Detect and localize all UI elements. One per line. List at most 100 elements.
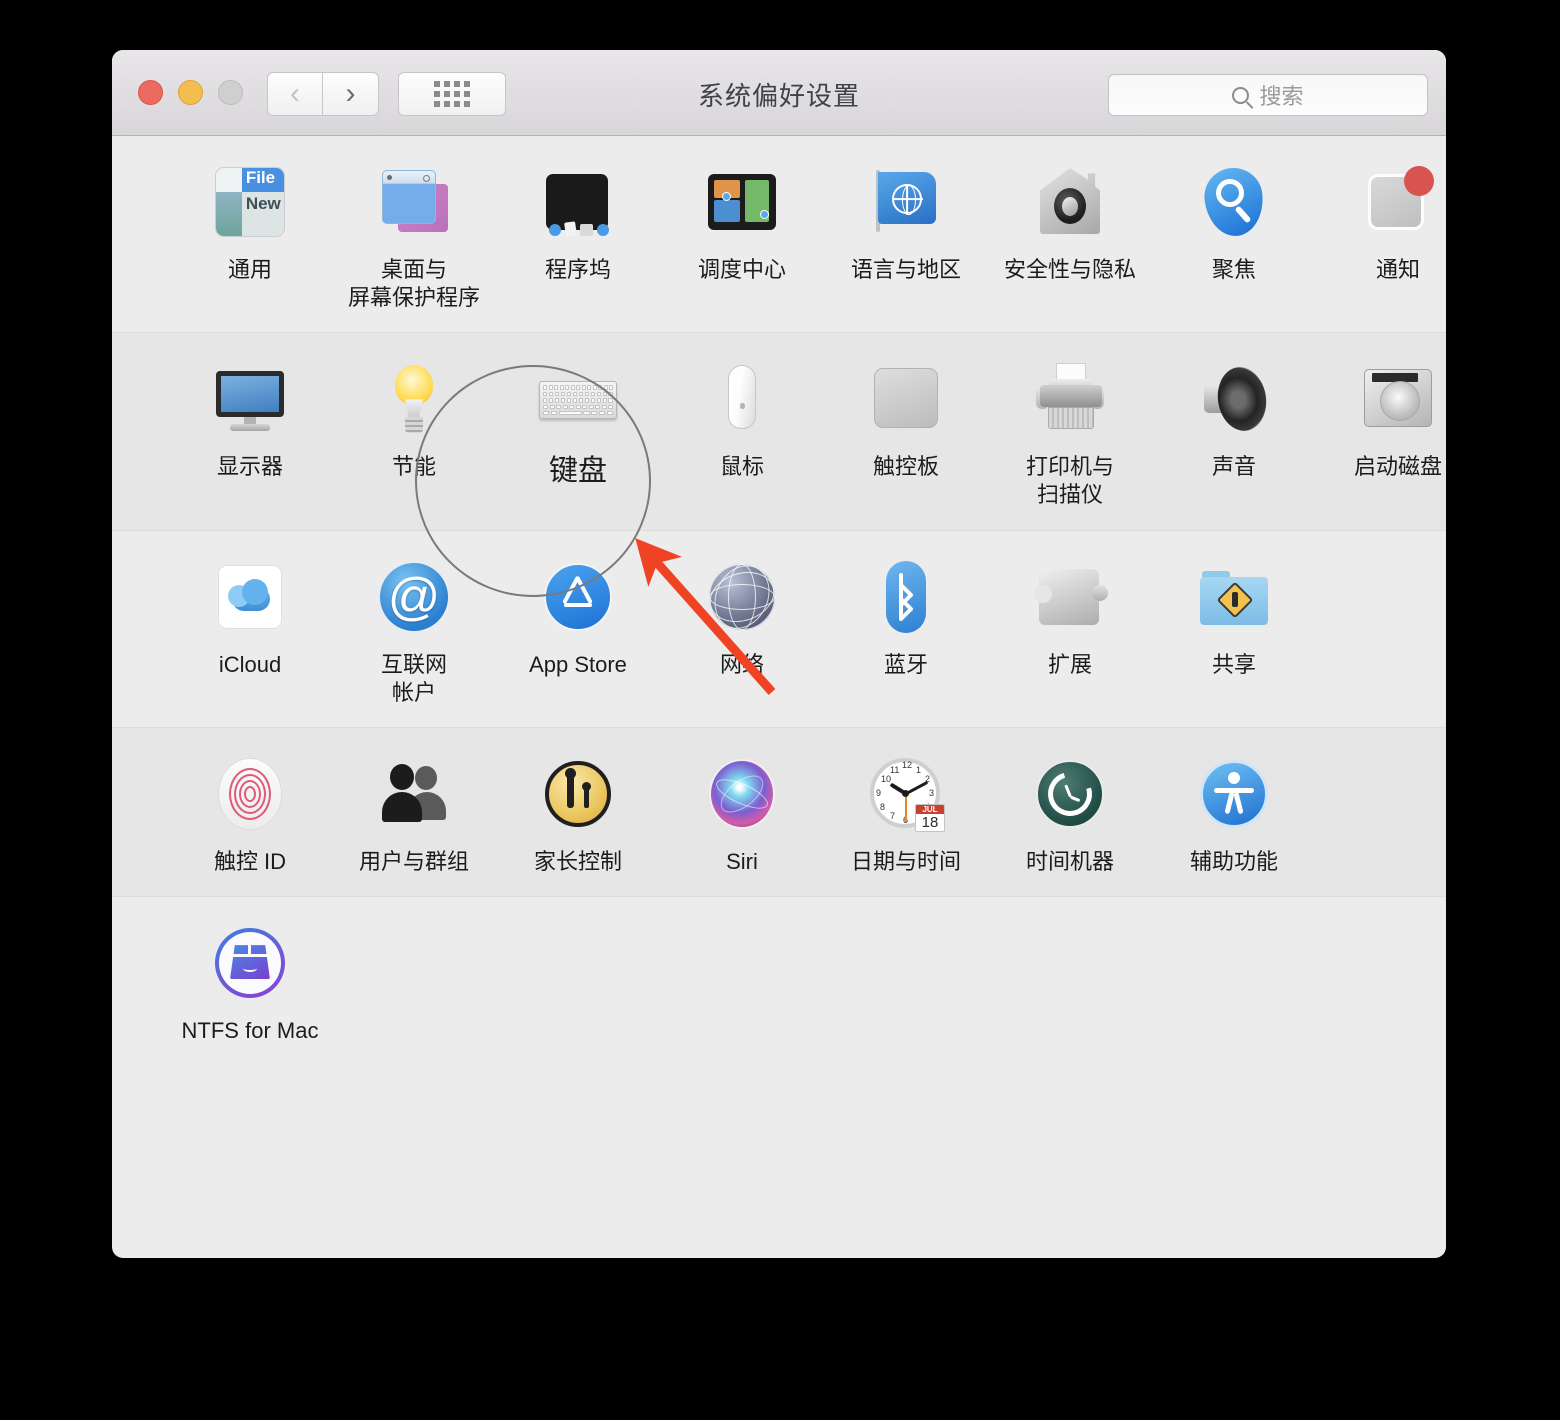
calendar-month: JUL: [916, 804, 944, 814]
pref-label: 调度中心: [697, 257, 786, 282]
internet-accounts-icon: @: [374, 557, 454, 637]
preferences-row-other: NTFS for Mac: [112, 897, 1446, 1106]
pref-label: 辅助功能: [1189, 848, 1278, 874]
dock-icon: [538, 162, 618, 242]
pref-label: 网络: [719, 651, 764, 677]
pref-keyboard[interactable]: 键盘: [496, 359, 660, 509]
general-icon-file-text: File: [241, 168, 284, 193]
pref-ntfs-for-mac[interactable]: NTFS for Mac: [168, 923, 332, 1045]
pref-accessibility[interactable]: 辅助功能: [1152, 754, 1316, 876]
pref-language-region[interactable]: 语言与地区: [824, 162, 988, 312]
pref-app-store[interactable]: App Store: [496, 557, 660, 707]
pref-touch-id[interactable]: 触控 ID: [168, 754, 332, 876]
pref-users-groups[interactable]: 用户与群组: [332, 754, 496, 876]
accessibility-icon: [1194, 754, 1274, 834]
desktop-screensaver-icon: [374, 162, 454, 242]
network-icon: [702, 557, 782, 637]
window-titlebar: ‹ › 系统偏好设置 搜索: [112, 50, 1446, 136]
display-icon: [210, 359, 290, 439]
pref-date-time[interactable]: 12 11 10 9 8 7 6 5 4 3 2 1: [824, 754, 988, 876]
touch-id-icon: [210, 754, 290, 834]
pref-label: 扩展: [1047, 651, 1092, 677]
pref-general[interactable]: File New 通用: [168, 162, 332, 312]
pref-label: 节能: [391, 454, 436, 480]
pref-label: App Store: [529, 651, 627, 677]
sharing-icon: [1194, 557, 1274, 637]
pref-security-privacy[interactable]: 安全性与隐私: [988, 162, 1152, 312]
preferences-row-hardware: 显示器 节能 键盘 鼠标 触控板 打印机与 扫描仪 声音 启动磁盘: [112, 333, 1446, 531]
pref-label: 用户与群组: [358, 848, 469, 874]
mission-control-icon: [702, 162, 782, 242]
pref-displays[interactable]: 显示器: [168, 359, 332, 509]
search-placeholder: 搜索: [1259, 84, 1304, 109]
pref-desktop[interactable]: 桌面与 屏幕保护程序: [332, 162, 496, 312]
sound-icon: [1194, 359, 1274, 439]
pref-label: 声音: [1211, 454, 1256, 480]
pref-printers-scanners[interactable]: 打印机与 扫描仪: [988, 359, 1152, 509]
pref-network[interactable]: 网络: [660, 557, 824, 707]
pref-label: Siri: [726, 848, 758, 874]
system-preferences-window: ‹ › 系统偏好设置 搜索 File New 通用 桌面与 屏幕保护程序 程序坞…: [112, 50, 1446, 1258]
keyboard-icon: [538, 359, 618, 439]
icloud-icon: [210, 557, 290, 637]
printers-scanners-icon: [1030, 359, 1110, 439]
pref-label: 日期与时间: [850, 848, 961, 874]
search-icon: [1232, 86, 1250, 104]
preferences-row-personal: File New 通用 桌面与 屏幕保护程序 程序坞 调度中心 语言与地区 安全…: [112, 136, 1446, 334]
pref-label: 启动磁盘: [1353, 454, 1442, 480]
trackpad-icon: [866, 359, 946, 439]
pref-label: 键盘: [548, 455, 607, 488]
date-time-icon: 12 11 10 9 8 7 6 5 4 3 2 1: [866, 754, 946, 834]
ntfs-for-mac-icon: [210, 923, 290, 1003]
mouse-icon: [702, 359, 782, 439]
search-input[interactable]: 搜索: [1108, 74, 1428, 116]
notification-badge: [1404, 166, 1434, 196]
calendar-day: 18: [921, 813, 939, 831]
pref-label: 共享: [1211, 651, 1256, 677]
pref-startup-disk[interactable]: 启动磁盘: [1316, 359, 1446, 509]
pref-mouse[interactable]: 鼠标: [660, 359, 824, 509]
extensions-icon: [1030, 557, 1110, 637]
pref-sound[interactable]: 声音: [1152, 359, 1316, 509]
pref-label: 语言与地区: [850, 257, 961, 282]
pref-label: 聚焦: [1211, 257, 1256, 282]
pref-internet-accounts[interactable]: @ 互联网 帐户: [332, 557, 496, 707]
pref-label: iCloud: [218, 651, 282, 677]
pref-label: NTFS for Mac: [181, 1018, 319, 1044]
pref-energy-saver[interactable]: 节能: [332, 359, 496, 509]
pref-label: 通用: [227, 257, 272, 282]
pref-label: 家长控制: [533, 848, 622, 874]
spotlight-icon: [1194, 162, 1274, 242]
pref-label: 桌面与 屏幕保护程序: [347, 257, 480, 311]
pref-bluetooth[interactable]: 蓝牙: [824, 557, 988, 707]
pref-notifications[interactable]: 通知: [1316, 162, 1446, 312]
pref-time-machine[interactable]: 时间机器: [988, 754, 1152, 876]
preferences-row-system: 触控 ID 用户与群组 家长控制 Siri 12 11 10 9 8 7 3 2…: [112, 727, 1446, 898]
pref-parental-controls[interactable]: 家长控制: [496, 754, 660, 876]
pref-icloud[interactable]: iCloud: [168, 557, 332, 707]
pref-sharing[interactable]: 共享: [1152, 557, 1316, 707]
pref-label: 蓝牙: [883, 651, 928, 677]
pref-siri[interactable]: Siri: [660, 754, 824, 876]
parental-controls-icon: [538, 754, 618, 834]
pref-label: 触控 ID: [213, 848, 287, 874]
preferences-row-internet: iCloud @ 互联网 帐户 App Store 网络 蓝牙 扩展 共享: [112, 530, 1446, 728]
pref-mission-control[interactable]: 调度中心: [660, 162, 824, 312]
security-privacy-icon: [1030, 162, 1110, 242]
time-machine-icon: [1030, 754, 1110, 834]
pref-label: 时间机器: [1025, 848, 1114, 874]
notifications-icon: [1358, 162, 1438, 242]
pref-dock[interactable]: 程序坞: [496, 162, 660, 312]
pref-extensions[interactable]: 扩展: [988, 557, 1152, 707]
pref-label: 显示器: [216, 454, 283, 480]
calendar-badge: JUL 18: [915, 803, 945, 832]
general-icon-new-text: New: [241, 192, 284, 236]
general-icon: File New: [215, 167, 285, 237]
pref-trackpad[interactable]: 触控板: [824, 359, 988, 509]
pref-label: 安全性与隐私: [1003, 257, 1136, 282]
pref-label: 通知: [1375, 257, 1420, 282]
pref-label: 程序坞: [544, 257, 611, 282]
pref-label: 打印机与 扫描仪: [1025, 454, 1114, 508]
siri-icon: [702, 754, 782, 834]
pref-spotlight[interactable]: 聚焦: [1152, 162, 1316, 312]
